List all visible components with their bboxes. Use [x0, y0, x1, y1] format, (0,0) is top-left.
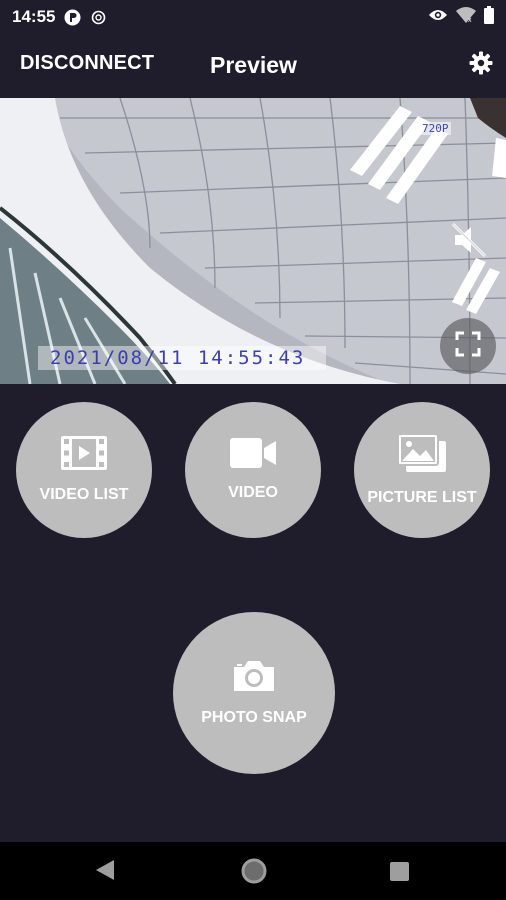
- status-time: 14:55: [12, 7, 56, 26]
- picture-list-label: PICTURE LIST: [367, 489, 477, 506]
- gear-icon: [469, 51, 493, 80]
- status-bar: 14:55 x: [0, 0, 506, 34]
- app-screen: 14:55 x DISCONNECT Preview 720P 2021/08/…: [0, 0, 506, 900]
- photo-snap-label: PHOTO SNAP: [201, 709, 307, 726]
- fullscreen-button[interactable]: [440, 318, 496, 374]
- image-stack-icon: [397, 433, 447, 473]
- photo-snap-button[interactable]: PHOTO SNAP: [173, 612, 335, 774]
- film-strip-icon: [61, 436, 107, 470]
- video-button[interactable]: VIDEO: [185, 402, 321, 538]
- battery-icon: [484, 5, 494, 29]
- disconnect-button[interactable]: DISCONNECT: [20, 52, 154, 75]
- video-camera-icon: [230, 438, 276, 468]
- mute-button[interactable]: [446, 216, 492, 268]
- eye-icon: [428, 8, 448, 27]
- resolution-badge: 720P: [420, 122, 451, 135]
- settings-button[interactable]: [466, 50, 496, 80]
- page-title: Preview: [210, 52, 297, 78]
- home-circle-icon[interactable]: [241, 858, 267, 889]
- app-bar: DISCONNECT Preview: [0, 34, 506, 98]
- video-list-button[interactable]: VIDEO LIST: [16, 402, 152, 538]
- camera-icon: [232, 659, 276, 693]
- app-notification-icon: [64, 9, 81, 26]
- camera-feed-image: [0, 98, 506, 384]
- recents-square-icon[interactable]: [390, 862, 409, 886]
- video-timestamp: 2021/08/11 14:55:43: [38, 346, 326, 370]
- speaker-muted-icon: [449, 220, 489, 265]
- system-nav-bar: [0, 842, 506, 900]
- video-label: VIDEO: [228, 484, 278, 501]
- sync-icon: [90, 9, 107, 26]
- fullscreen-icon: [454, 330, 482, 363]
- picture-list-button[interactable]: PICTURE LIST: [354, 402, 490, 538]
- video-list-label: VIDEO LIST: [39, 486, 129, 503]
- back-triangle-icon[interactable]: [96, 860, 114, 885]
- svg-text:x: x: [468, 17, 472, 23]
- camera-preview[interactable]: 720P 2021/08/11 14:55:43: [0, 98, 506, 384]
- wifi-icon: x: [456, 6, 476, 28]
